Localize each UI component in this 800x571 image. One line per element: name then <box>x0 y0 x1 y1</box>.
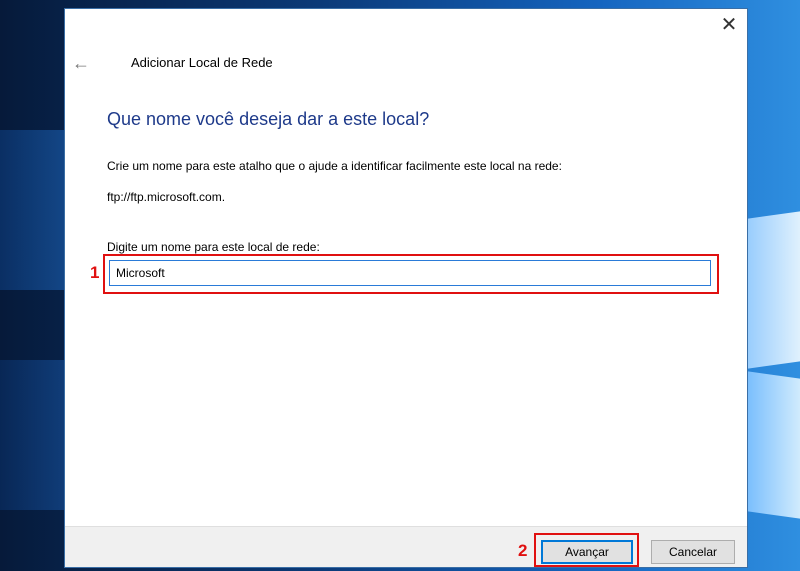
cancel-button[interactable]: Cancelar <box>651 540 735 564</box>
dialog-footer <box>65 526 747 567</box>
page-description: Crie um nome para este atalho que o ajud… <box>107 159 562 173</box>
network-address: ftp://ftp.microsoft.com. <box>107 190 226 204</box>
add-network-location-dialog: ✕ ← Adicionar Local de Rede Que nome voc… <box>64 8 748 568</box>
highlight-box-2 <box>534 533 639 567</box>
step-number-2: 2 <box>518 541 528 560</box>
window-title: Adicionar Local de Rede <box>131 55 273 70</box>
windows-logo-pane <box>0 130 64 290</box>
page-heading: Que nome você deseja dar a este local? <box>107 109 430 129</box>
close-icon[interactable]: ✕ <box>717 13 741 37</box>
name-field-label: Digite um nome para este local de rede: <box>107 240 320 254</box>
back-arrow-icon[interactable]: ← <box>71 53 91 73</box>
windows-logo-pane <box>0 360 64 510</box>
windows-logo-pane <box>748 371 800 519</box>
windows-logo-pane <box>748 211 800 369</box>
step-number-1: 1 <box>90 263 100 282</box>
highlight-box-1 <box>103 254 719 294</box>
